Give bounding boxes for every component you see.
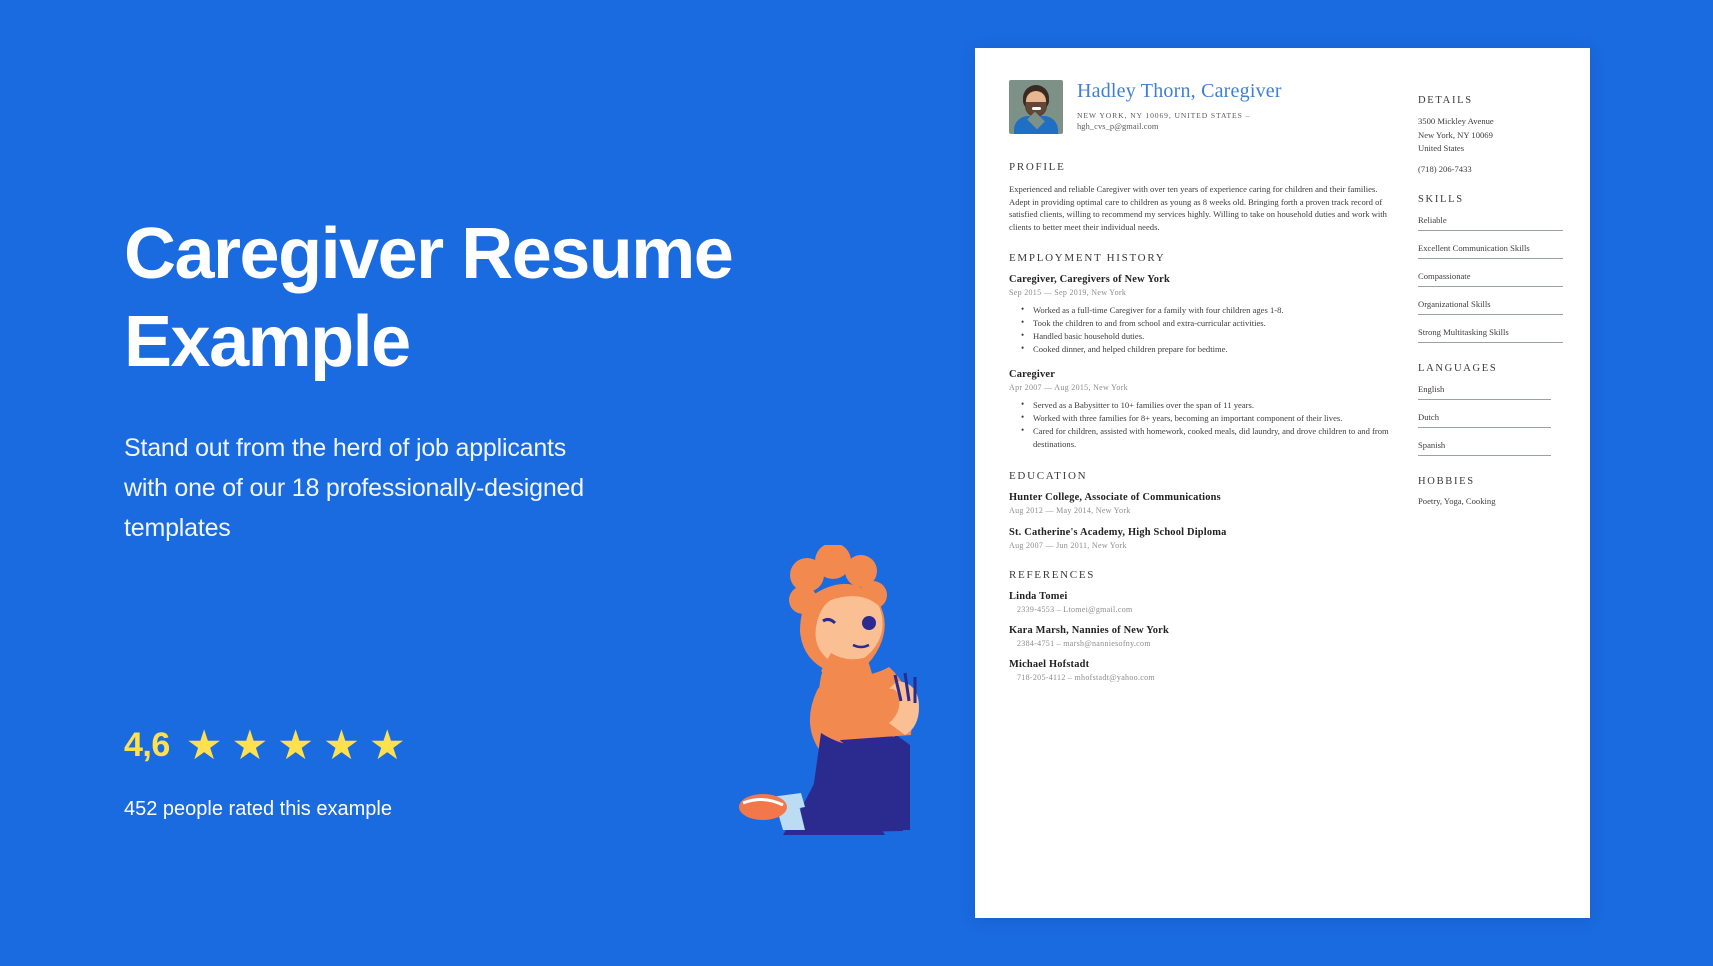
education-meta: Aug 2012 — May 2014, New York (1009, 506, 1131, 516)
language-item: English (1418, 383, 1552, 400)
reference-entry: Michael Hofstadt 718-205-4112 – mhofstad… (1009, 659, 1394, 682)
job-bullet: Handled basic household duties. (1009, 329, 1394, 343)
job-bullet: Served as a Babysitter to 10+ families o… (1009, 398, 1394, 412)
education-entry: Hunter College, Associate of Communicati… (1009, 492, 1394, 515)
resume-preview-card[interactable]: Hadley Thorn, Caregiver NEW YORK, NY 100… (975, 48, 1590, 918)
job-bullet: Cared for children, assisted with homewo… (1009, 424, 1394, 451)
details-phone: (718) 206-7433 (1418, 163, 1472, 174)
reference-meta: 2339-4553 – Ltomei@gmail.com (1017, 605, 1133, 615)
rating-row: 4,6 ★ ★ ★ ★ ★ (124, 725, 406, 766)
education-meta: Aug 2007 — Jun 2011, New York (1009, 541, 1127, 551)
hobbies-heading: HOBBIES (1418, 475, 1475, 487)
avatar (1009, 80, 1063, 134)
language-item: Dutch (1418, 411, 1552, 428)
details-address-line-1: 3500 Mickley Avenue (1418, 116, 1494, 126)
sitting-woman-illustration (739, 545, 919, 835)
job-bullet: Took the children to and from school and… (1009, 316, 1394, 330)
resume-sidebar-column: DETAILS 3500 Mickley Avenue New York, NY… (1418, 80, 1563, 918)
job-title: Caregiver, Caregivers of New York (1009, 274, 1170, 286)
star-icon: ★ (185, 722, 223, 768)
page-title: Caregiver Resume Example (124, 214, 734, 382)
skill-item: Reliable (1418, 214, 1563, 231)
languages-section: LANGUAGES English Dutch Spanish (1418, 363, 1563, 456)
star-icon: ★ (277, 722, 315, 768)
reference-name: Michael Hofstadt (1009, 659, 1090, 671)
employment-entry: Caregiver, Caregivers of New York Sep 20… (1009, 274, 1394, 356)
details-address-line-2: New York, NY 10069 (1418, 129, 1493, 140)
profile-section: PROFILE Experienced and reliable Caregiv… (1009, 161, 1394, 233)
reference-name: Linda Tomei (1009, 591, 1068, 603)
job-bullets: Served as a Babysitter to 10+ families o… (1009, 398, 1394, 451)
reference-name: Kara Marsh, Nannies of New York (1009, 625, 1169, 637)
education-section: EDUCATION Hunter College, Associate of C… (1009, 470, 1394, 550)
employment-entry: Caregiver Apr 2007 — Aug 2015, New York … (1009, 369, 1394, 451)
details-address-line-3: United States (1418, 143, 1465, 153)
skill-item: Excellent Communication Skills (1418, 242, 1563, 259)
candidate-name: Hadley Thorn, Caregiver (1077, 80, 1282, 102)
skill-item: Organizational Skills (1418, 298, 1563, 315)
skill-item: Strong Multitasking Skills (1418, 326, 1563, 343)
star-icon: ★ (323, 722, 360, 768)
job-bullet: Cooked dinner, and helped children prepa… (1009, 342, 1394, 356)
details-heading: DETAILS (1418, 95, 1473, 106)
reference-meta: 718-205-4112 – mhofstadt@yahoo.com (1017, 673, 1155, 683)
languages-heading: LANGUAGES (1418, 362, 1498, 374)
language-item: Spanish (1418, 439, 1552, 456)
job-meta: Apr 2007 — Aug 2015, New York (1009, 383, 1128, 393)
employment-section: EMPLOYMENT HISTORY Caregiver, Caregivers… (1009, 252, 1394, 451)
candidate-email: hgh_cvs_p@gmail.com (1077, 122, 1159, 131)
resume-main-column: Hadley Thorn, Caregiver NEW YORK, NY 100… (1009, 80, 1394, 918)
promo-subtitle: Stand out from the herd of job applicant… (124, 434, 584, 542)
header-text: Hadley Thorn, Caregiver NEW YORK, NY 100… (1077, 80, 1282, 132)
job-bullets: Worked as a full-time Caregiver for a fa… (1009, 303, 1394, 356)
hobbies-text: Poetry, Yoga, Cooking (1418, 495, 1496, 506)
job-bullet: Worked with three families for 8+ years,… (1009, 411, 1394, 425)
rating-caption: 452 people rated this example (124, 798, 392, 820)
reference-entry: Linda Tomei 2339-4553 – Ltomei@gmail.com (1009, 591, 1394, 614)
job-title: Caregiver (1009, 369, 1056, 381)
education-title: St. Catherine's Academy, High School Dip… (1009, 527, 1227, 539)
profile-text: Experienced and reliable Caregiver with … (1009, 184, 1387, 232)
candidate-location: NEW YORK, NY 10069, UNITED STATES – (1077, 111, 1251, 120)
star-rating: ★ ★ ★ ★ ★ (186, 725, 406, 766)
education-entry: St. Catherine's Academy, High School Dip… (1009, 527, 1394, 550)
resume-header: Hadley Thorn, Caregiver NEW YORK, NY 100… (1009, 80, 1394, 134)
skills-heading: SKILLS (1418, 193, 1464, 205)
references-heading: REFERENCES (1009, 569, 1096, 582)
job-meta: Sep 2015 — Sep 2019, New York (1009, 288, 1127, 298)
details-section: DETAILS 3500 Mickley Avenue New York, NY… (1418, 95, 1563, 174)
skill-item: Compassionate (1418, 270, 1563, 287)
profile-heading: PROFILE (1009, 161, 1066, 173)
education-title: Hunter College, Associate of Communicati… (1009, 492, 1221, 504)
references-section: REFERENCES Linda Tomei 2339-4553 – Ltome… (1009, 569, 1394, 682)
education-heading: EDUCATION (1009, 470, 1088, 483)
hobbies-section: HOBBIES Poetry, Yoga, Cooking (1418, 476, 1563, 506)
star-icon: ★ (368, 722, 406, 768)
skills-section: SKILLS Reliable Excellent Communication … (1418, 194, 1563, 343)
job-bullet: Worked as a full-time Caregiver for a fa… (1009, 303, 1394, 317)
reference-meta: 2384-4751 – marsh@nanniesofny.com (1017, 639, 1151, 649)
star-icon: ★ (231, 722, 269, 768)
employment-heading: EMPLOYMENT HISTORY (1009, 252, 1166, 265)
rating-score: 4,6 (124, 726, 170, 764)
reference-entry: Kara Marsh, Nannies of New York 2384-475… (1009, 625, 1394, 648)
